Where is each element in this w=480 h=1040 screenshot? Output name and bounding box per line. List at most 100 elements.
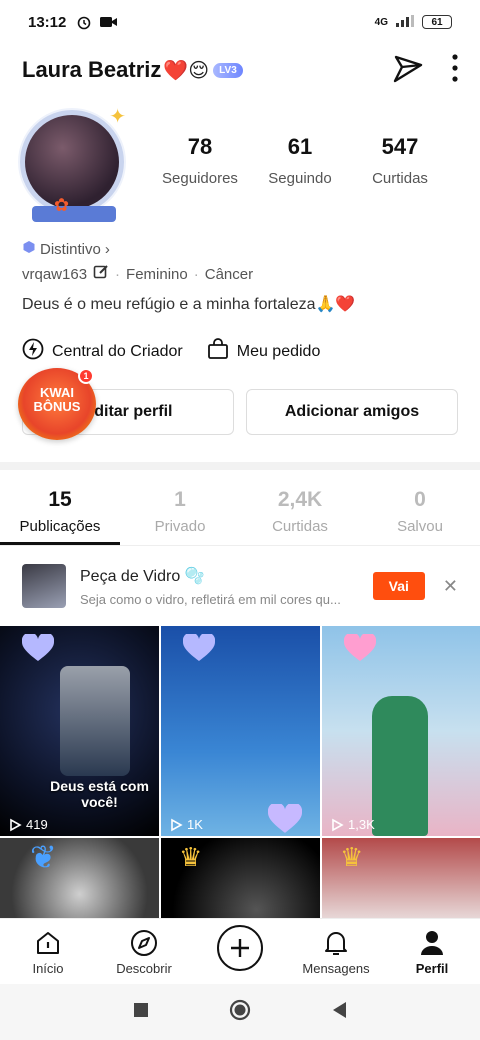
stat-value: 61	[287, 134, 313, 159]
lightning-icon	[22, 338, 44, 365]
home-circle-icon[interactable]	[229, 999, 251, 1026]
profile-name: Laura Beatriz	[22, 57, 162, 82]
system-navigation-bar	[0, 984, 480, 1040]
suggestion-subtitle: Seja como o vidro, refletirá em mil core…	[80, 591, 341, 607]
crown-icon: ♛	[340, 842, 364, 872]
content-tabs: 15 Publicações 1 Privado 2,4K Curtidas 0…	[0, 478, 480, 546]
video-grid: Deus está com você! 419 1K 1,3K ❦ ♛ ♛	[0, 626, 480, 918]
gender: Feminino	[126, 265, 188, 283]
back-icon[interactable]	[331, 1001, 347, 1024]
nav-discover[interactable]: Descobrir	[96, 919, 192, 984]
suggestion-card[interactable]: Peça de Vidro 🫧 Seja como o vidro, refle…	[22, 560, 458, 612]
zodiac-sign: Câncer	[204, 265, 254, 283]
kwai-bonus-line2: BÔNUS	[33, 399, 81, 414]
nav-messages[interactable]: Mensagens	[288, 919, 384, 984]
tab-publications[interactable]: 15 Publicações	[0, 478, 120, 545]
tab-count: 1	[174, 488, 186, 511]
profile-header: Laura Beatriz ❤️😌 LV3	[22, 48, 458, 92]
stat-value: 78	[187, 134, 213, 159]
nav-label: Mensagens	[302, 961, 370, 976]
bell-icon	[288, 927, 384, 959]
network-type: 4G	[374, 16, 388, 28]
video-thumbnail[interactable]: ♛	[161, 838, 320, 918]
tab-label: Salvou	[397, 518, 443, 535]
status-time: 13:12	[28, 13, 67, 31]
compass-icon	[96, 927, 192, 959]
view-count: 1K	[169, 817, 203, 832]
signal-icon	[396, 14, 414, 30]
video-thumbnail[interactable]: ♛	[322, 838, 480, 918]
badge-link[interactable]: Distintivo ›	[22, 240, 110, 258]
nav-label: Início	[32, 961, 64, 976]
creator-center-link[interactable]: Central do Criador	[22, 338, 183, 365]
avatar[interactable]: ✦ ✿	[20, 106, 128, 222]
my-order-link[interactable]: Meu pedido	[207, 338, 321, 365]
tab-label: Privado	[154, 518, 206, 535]
kwai-bonus-widget[interactable]: KWAI BÔNUS 1	[18, 368, 96, 440]
recents-icon[interactable]	[133, 1002, 149, 1023]
level-badge[interactable]: LV3	[213, 62, 243, 78]
more-options-icon[interactable]	[452, 53, 458, 87]
video-caption: Deus está com você!	[50, 778, 149, 810]
tab-label: Curtidas	[272, 518, 328, 535]
stat-likes[interactable]: 547 Curtidas	[350, 134, 450, 187]
video-thumbnail[interactable]: Deus está com você! 419	[0, 626, 159, 836]
share-icon[interactable]	[392, 53, 424, 88]
stat-followers[interactable]: 78 Seguidores	[150, 134, 250, 187]
tab-likes[interactable]: 2,4K Curtidas	[240, 478, 360, 545]
stat-value: 547	[381, 134, 419, 159]
suggestion-title: Peça de Vidro 🫧	[80, 567, 205, 585]
tab-count: 15	[48, 488, 72, 511]
play-icon	[332, 818, 344, 831]
stat-following[interactable]: 61 Seguindo	[250, 134, 350, 187]
play-icon	[10, 818, 22, 831]
nav-create[interactable]	[192, 919, 288, 984]
heart-icon	[268, 804, 302, 833]
camera-icon	[100, 16, 118, 28]
bottom-navigation: Início Descobrir Mensagens Perfil	[0, 918, 480, 984]
plus-icon	[217, 925, 263, 971]
hexagon-badge-icon	[22, 240, 36, 258]
video-thumbnail[interactable]: 1K	[161, 626, 320, 836]
play-icon	[171, 818, 183, 831]
tab-count: 0	[414, 488, 426, 511]
nav-label: Descobrir	[116, 961, 172, 976]
home-icon	[0, 927, 96, 959]
profile-bio: Deus é o meu refúgio e a minha fortaleza…	[22, 296, 356, 313]
crown-icon: ♛	[179, 842, 203, 872]
my-order-label: Meu pedido	[236, 342, 321, 360]
flower-icon: ✿	[54, 195, 70, 215]
heart-icon	[183, 634, 215, 661]
tab-private[interactable]: 1 Privado	[120, 478, 240, 545]
tab-saved[interactable]: 0 Salvou	[360, 478, 480, 545]
nav-home[interactable]: Início	[0, 919, 96, 984]
separator-dot: ·	[193, 265, 199, 283]
sparkle-icon: ✦	[109, 106, 126, 128]
edit-id-icon[interactable]	[93, 264, 109, 284]
add-friends-button[interactable]: Adicionar amigos	[246, 389, 458, 435]
heart-icon	[344, 634, 376, 661]
person-icon	[384, 927, 480, 959]
creator-center-label: Central do Criador	[52, 342, 183, 360]
go-button[interactable]: Vai	[372, 572, 425, 600]
tab-label: Publicações	[19, 518, 101, 535]
section-divider	[0, 462, 480, 470]
stat-label: Seguindo	[268, 170, 332, 187]
nav-profile[interactable]: Perfil	[384, 919, 480, 984]
badge-label: Distintivo	[40, 240, 101, 258]
close-icon[interactable]: ✕	[443, 576, 458, 597]
view-count: 419	[8, 817, 48, 832]
suggestion-thumbnail	[22, 564, 66, 608]
notification-badge: 1	[78, 368, 94, 384]
tab-count: 2,4K	[277, 488, 323, 511]
kwai-bonus-line1: KWAI	[40, 385, 74, 400]
battery-icon: 61	[422, 15, 452, 29]
video-thumbnail[interactable]: ❦	[0, 838, 159, 918]
shopping-bag-icon	[207, 338, 229, 365]
stat-label: Curtidas	[372, 170, 428, 187]
status-bar: 13:12 4G 61	[0, 0, 480, 44]
profile-meta: vrqaw163 · Feminino · Câncer	[22, 264, 253, 284]
view-count: 1,3K	[330, 817, 375, 832]
separator-dot: ·	[115, 265, 121, 283]
video-thumbnail[interactable]: 1,3K	[322, 626, 480, 836]
